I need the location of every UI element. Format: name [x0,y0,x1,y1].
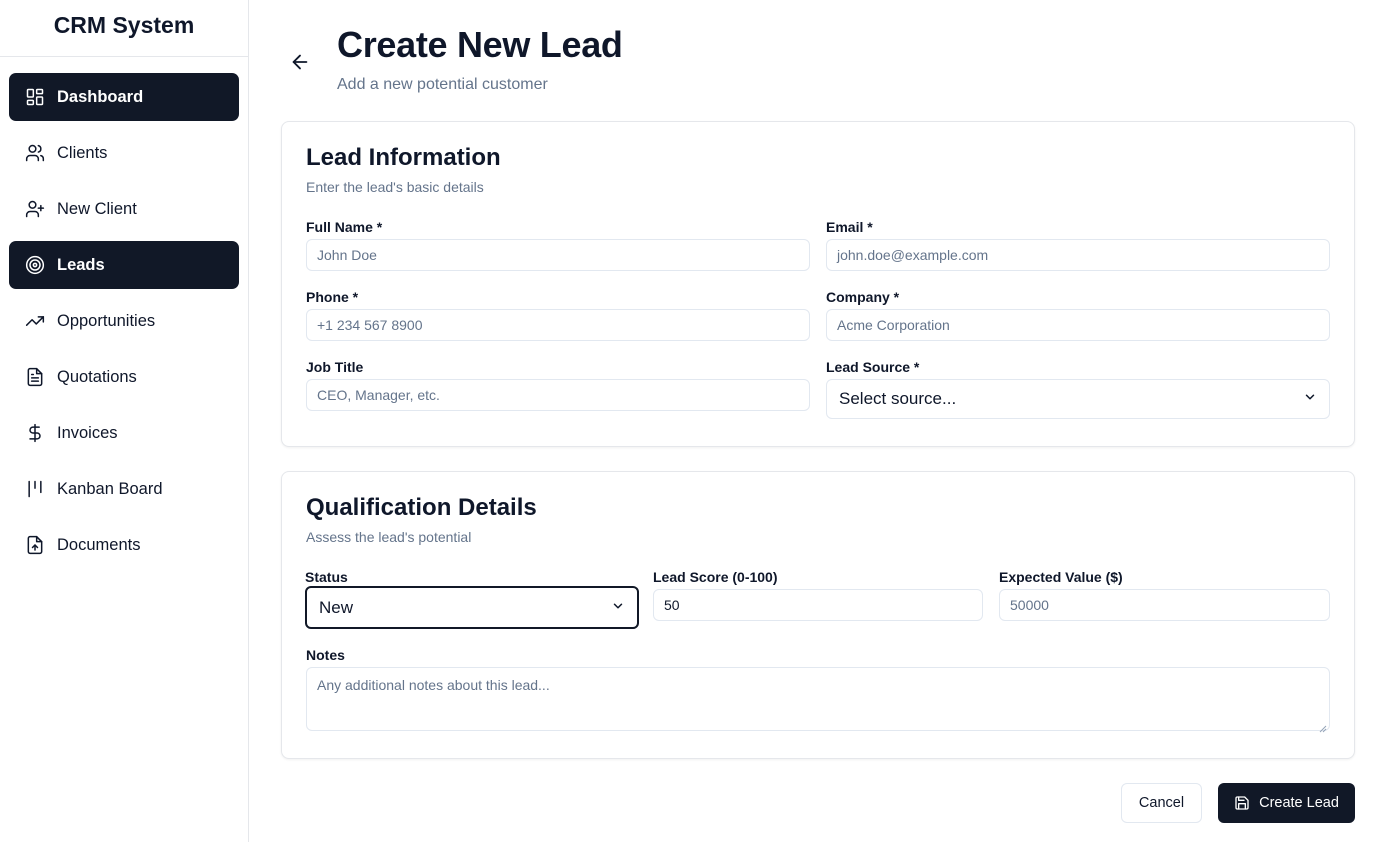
trending-up-icon [25,311,45,331]
back-button[interactable] [289,51,311,73]
lead-source-selected: Select source... [839,389,957,408]
phone-field: Phone * +1 234 567 8900 [306,289,810,341]
file-text-icon [25,367,45,387]
cancel-button[interactable]: Cancel [1121,783,1202,823]
sidebar-item-documents[interactable]: Documents [9,521,239,569]
full-name-input[interactable]: John Doe [306,239,810,271]
arrow-left-icon [292,54,308,70]
status-selected: New [319,597,354,617]
sidebar-item-label: Documents [57,535,141,554]
job-title-input[interactable]: CEO, Manager, etc. [306,379,810,411]
users-icon [25,143,45,163]
file-upload-icon [25,535,45,555]
resize-handle-icon[interactable] [1319,720,1327,733]
dashboard-icon [25,87,45,107]
sidebar-item-label: Clients [57,143,108,162]
sidebar-item-opportunities[interactable]: Opportunities [9,297,239,345]
sidebar-item-kanban-board[interactable]: Kanban Board [9,465,239,513]
kanban-icon [25,479,45,499]
sidebar-item-label: Opportunities [57,311,156,330]
page-title: Create New Lead [337,24,623,65]
email-label: Email * [826,219,873,235]
sidebar-item-dashboard[interactable]: Dashboard [9,73,239,121]
brand-title: CRM System [0,0,248,57]
sidebar-item-label: Dashboard [57,87,144,106]
full-name-label: Full Name * [306,219,383,235]
main-content: Create New Lead Add a new potential cust… [249,0,1377,842]
phone-input[interactable]: +1 234 567 8900 [306,309,810,341]
user-plus-icon [25,199,45,219]
sidebar-item-label: New Client [57,199,137,218]
sidebar-nav: Dashboard Clients New Client Leads Oppor… [0,57,248,569]
job-title-field: Job Title CEO, Manager, etc. [306,359,810,411]
sidebar-item-invoices[interactable]: Invoices [9,409,239,457]
lead-source-field: Lead Source * Select source... [826,359,1330,419]
card-title: Qualification Details [306,494,537,521]
create-lead-button[interactable]: Create Lead [1218,783,1355,823]
sidebar-item-label: Leads [57,255,105,274]
full-name-field: Full Name * John Doe [306,219,810,271]
company-field: Company * Acme Corporation [826,289,1330,341]
notes-textarea[interactable]: Any additional notes about this lead... [306,667,1330,733]
sidebar-item-clients[interactable]: Clients [9,129,239,177]
sidebar: CRM System Dashboard Clients New Client … [0,0,249,842]
notes-placeholder: Any additional notes about this lead... [317,677,550,693]
card-title: Lead Information [306,144,501,171]
dollar-icon [25,423,45,443]
lead-source-label: Lead Source * [826,359,920,375]
expected-value-field: Expected Value ($) 50000 [999,569,1330,621]
email-input[interactable]: john.doe@example.com [826,239,1330,271]
chevron-down-icon [1303,389,1317,409]
phone-label: Phone * [306,289,359,305]
company-input[interactable]: Acme Corporation [826,309,1330,341]
create-lead-label: Create Lead [1259,795,1339,811]
lead-score-label: Lead Score (0-100) [653,569,778,585]
sidebar-item-label: Quotations [57,367,137,386]
qualification-details-card: Qualification Details Assess the lead's … [281,471,1355,759]
status-field: Status New [305,569,639,629]
card-subtitle: Assess the lead's potential [306,529,472,545]
email-field: Email * john.doe@example.com [826,219,1330,271]
sidebar-item-quotations[interactable]: Quotations [9,353,239,401]
save-icon [1234,795,1250,811]
status-select[interactable]: New [305,586,639,629]
notes-label: Notes [306,647,345,663]
lead-source-select[interactable]: Select source... [826,379,1330,419]
target-icon [25,255,45,275]
lead-information-card: Lead Information Enter the lead's basic … [281,121,1355,447]
sidebar-item-label: Kanban Board [57,479,163,498]
expected-value-label: Expected Value ($) [999,569,1123,585]
sidebar-item-label: Invoices [57,423,118,442]
chevron-down-icon [611,598,625,618]
notes-field: Notes Any additional notes about this le… [306,647,1330,733]
job-title-label: Job Title [306,359,364,375]
lead-score-input[interactable]: 50 [653,589,983,621]
expected-value-input[interactable]: 50000 [999,589,1330,621]
lead-score-field: Lead Score (0-100) 50 [653,569,983,621]
card-subtitle: Enter the lead's basic details [306,179,484,195]
page-subtitle: Add a new potential customer [337,76,548,93]
company-label: Company * [826,289,900,305]
sidebar-item-leads[interactable]: Leads [9,241,239,289]
sidebar-item-new-client[interactable]: New Client [9,185,239,233]
